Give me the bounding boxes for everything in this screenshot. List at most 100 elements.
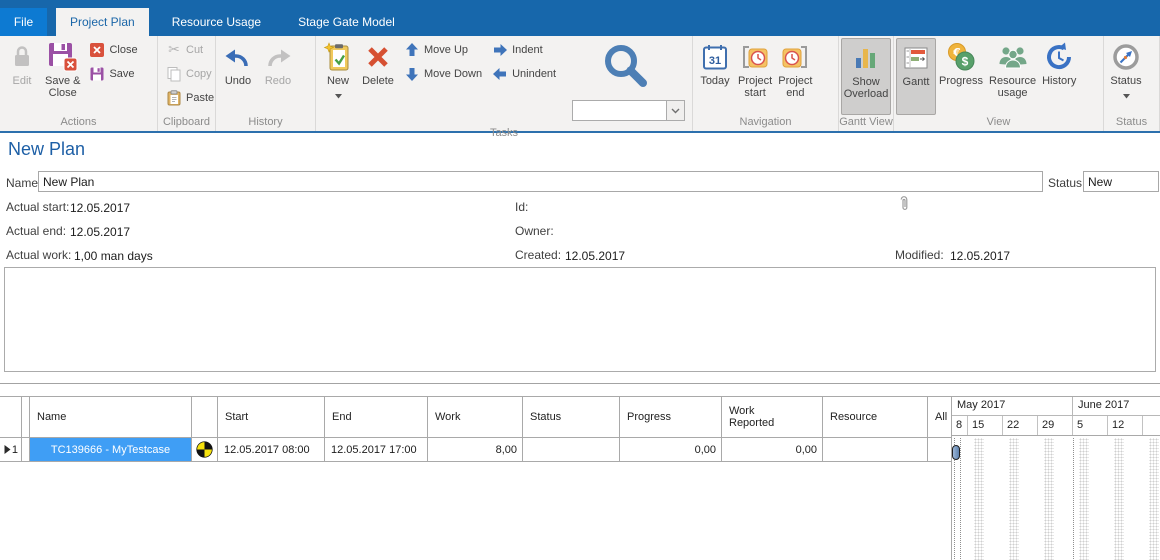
- search-combobox: [572, 100, 685, 121]
- bar-chart-icon: [850, 42, 882, 74]
- tasks-group-label: Tasks: [316, 126, 692, 140]
- close-label: Close: [109, 44, 137, 56]
- column-header-work-reported[interactable]: Work Reported: [722, 397, 823, 437]
- row-number: 1: [12, 444, 18, 456]
- gantt-button[interactable]: Gantt: [896, 38, 936, 115]
- expander-header: [22, 397, 30, 437]
- svg-text:$: $: [962, 55, 969, 69]
- cell-start[interactable]: 12.05.2017 08:00: [218, 438, 325, 461]
- column-header-end[interactable]: End: [325, 397, 428, 437]
- search-icon[interactable]: [598, 40, 652, 97]
- save-icon: [89, 66, 105, 82]
- copy-button: Copy: [162, 63, 218, 85]
- cell-end[interactable]: 12.05.2017 17:00: [325, 438, 428, 461]
- arrow-down-icon: [404, 66, 420, 82]
- history-view-button[interactable]: History: [1039, 38, 1079, 115]
- gantt-week-tick: 12: [1108, 416, 1143, 435]
- ribbon-tab-bar: File Project Plan Resource Usage Stage G…: [0, 0, 1160, 36]
- new-dropdown-caret-icon[interactable]: [335, 88, 342, 102]
- paperclip-icon[interactable]: [898, 195, 910, 216]
- edit-label: Edit: [13, 75, 32, 87]
- progress-button[interactable]: €$ Progress: [936, 38, 986, 115]
- close-button[interactable]: Close: [85, 39, 141, 61]
- row-indicator-header: [0, 397, 22, 437]
- column-header-resource[interactable]: Resource: [823, 397, 928, 437]
- cell-resource[interactable]: [823, 438, 928, 461]
- save-button[interactable]: Save: [85, 63, 141, 85]
- tab-resource-usage[interactable]: Resource Usage: [158, 8, 275, 36]
- cell-work[interactable]: 8,00: [428, 438, 523, 461]
- cell-type-icon: [192, 438, 218, 461]
- column-header-work[interactable]: Work: [428, 397, 523, 437]
- undo-button[interactable]: Undo: [218, 38, 258, 115]
- actual-end-label: Actual end:: [6, 224, 66, 238]
- project-end-button[interactable]: Projectend: [775, 38, 815, 115]
- weekend-stripe: [1079, 438, 1089, 560]
- ribbon-group-history: Undo Redo History: [216, 36, 316, 131]
- gantt-task-bar[interactable]: [952, 445, 960, 460]
- tab-file[interactable]: File: [0, 8, 47, 36]
- column-header-progress[interactable]: Progress: [620, 397, 722, 437]
- cell-work-reported[interactable]: 0,00: [722, 438, 823, 461]
- cell-progress[interactable]: 0,00: [620, 438, 722, 461]
- today-button[interactable]: 31 Today: [695, 38, 735, 115]
- cell-name[interactable]: TC139666 - MyTestcase: [30, 438, 192, 461]
- column-header-icon[interactable]: [192, 397, 218, 437]
- view-group-label: View: [894, 115, 1103, 131]
- show-overload-button[interactable]: ShowOverload: [841, 38, 891, 115]
- project-start-button[interactable]: Projectstart: [735, 38, 775, 115]
- coins-icon: €$: [945, 41, 977, 73]
- move-down-button[interactable]: Move Down: [400, 63, 486, 85]
- save-and-close-icon: [47, 41, 79, 73]
- status-button[interactable]: Status: [1106, 38, 1146, 115]
- page-title: New Plan: [8, 139, 85, 160]
- id-label: Id:: [515, 200, 528, 214]
- modified-value: 12.05.2017: [950, 249, 1010, 263]
- compass-icon: [1110, 41, 1142, 73]
- column-header-all-resources[interactable]: All R: [928, 397, 952, 437]
- chevron-down-icon: [671, 108, 680, 114]
- unindent-button[interactable]: Unindent: [488, 63, 560, 85]
- description-memo[interactable]: [4, 267, 1156, 372]
- status-dropdown-caret-icon[interactable]: [1123, 88, 1130, 102]
- save-and-close-label: Save &: [45, 75, 80, 87]
- lock-icon: [6, 41, 38, 73]
- arrow-right-icon: [492, 42, 508, 58]
- created-label: Created:: [515, 248, 561, 262]
- project-end-line: [960, 438, 961, 560]
- created-value: 12.05.2017: [565, 249, 625, 263]
- save-and-close-button[interactable]: Save &Close: [42, 38, 83, 115]
- gantt-week-tick: 29: [1038, 416, 1073, 435]
- column-header-name[interactable]: Name: [30, 397, 192, 437]
- tab-project-plan[interactable]: Project Plan: [56, 8, 149, 36]
- paste-button[interactable]: Paste: [162, 87, 218, 109]
- column-header-status[interactable]: Status: [523, 397, 620, 437]
- actual-work-value: 1,00 man days: [74, 249, 153, 263]
- expander-cell: [22, 438, 30, 461]
- move-up-button[interactable]: Move Up: [400, 39, 486, 61]
- search-input[interactable]: [573, 101, 666, 120]
- ribbon-group-status: Status Status: [1104, 36, 1160, 131]
- indent-button[interactable]: Indent: [488, 39, 560, 61]
- horizontal-splitter[interactable]: [0, 383, 1160, 384]
- arrow-left-icon: [492, 66, 508, 82]
- actions-group-label: Actions: [0, 115, 157, 131]
- ribbon-group-actions: Edit Save &Close Close: [0, 36, 158, 131]
- delete-button[interactable]: Delete: [358, 38, 398, 115]
- new-button[interactable]: New: [318, 38, 358, 115]
- cell-all-resources[interactable]: [928, 438, 952, 461]
- resource-usage-button[interactable]: Resourceusage: [986, 38, 1039, 115]
- gantt-month-may: May 2017: [952, 397, 1073, 415]
- status-input[interactable]: [1083, 171, 1159, 192]
- gantt-month-row: May 2017 June 2017: [952, 397, 1160, 416]
- search-dropdown-button[interactable]: [666, 101, 684, 120]
- tab-stage-gate-model[interactable]: Stage Gate Model: [284, 8, 409, 36]
- task-grid: Name Start End Work Status Progress Work…: [0, 396, 1160, 560]
- table-row[interactable]: 1 TC139666 - MyTestcase 12.05.2017 08:00…: [0, 438, 952, 462]
- name-input[interactable]: [38, 171, 1043, 192]
- application-window: File Project Plan Resource Usage Stage G…: [0, 0, 1160, 560]
- column-header-start[interactable]: Start: [218, 397, 325, 437]
- redo-button: Redo: [258, 38, 298, 115]
- clipboard-group-label: Clipboard: [158, 115, 215, 131]
- cell-status[interactable]: [523, 438, 620, 461]
